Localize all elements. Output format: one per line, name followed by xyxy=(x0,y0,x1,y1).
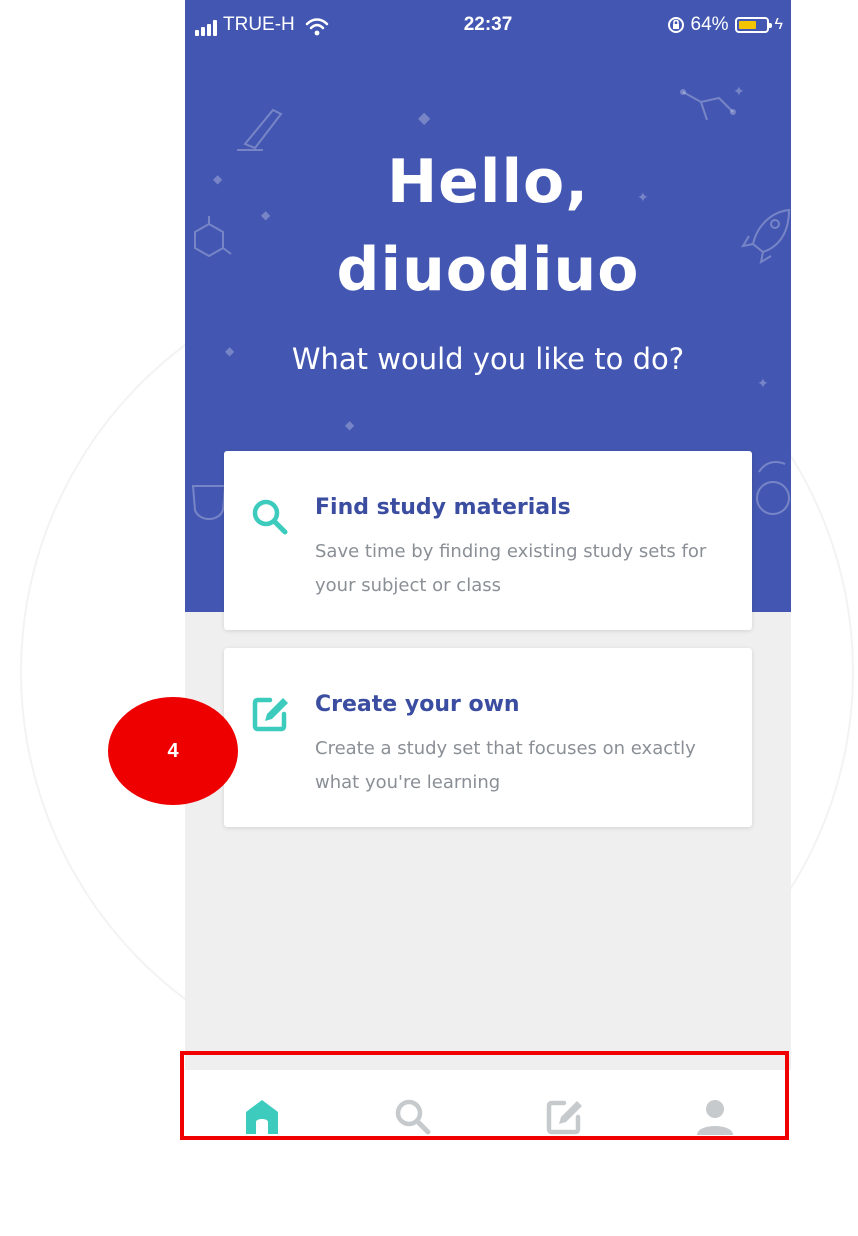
star-icon: ✦ xyxy=(757,376,769,392)
prompt-question: What would you like to do? xyxy=(291,342,685,376)
card-description: Create a study set that focuses on exact… xyxy=(315,738,696,793)
battery-percent: 64% xyxy=(690,14,729,35)
edit-icon xyxy=(252,697,288,732)
search-icon xyxy=(252,499,288,535)
battery-tip xyxy=(768,23,772,28)
screenshot-page: ◆ ◆ ◆ ◆ ◆ ✦ ✦ ✦ TRUE-H 22:37 64% ϟ Hello… xyxy=(0,0,858,1236)
constellation-doodle-icon xyxy=(680,89,736,121)
card-description: Save time by finding existing study sets… xyxy=(315,541,707,596)
create-your-own-card[interactable]: Create your own Create a study set that … xyxy=(224,648,752,827)
greeting-username: diuodiuo xyxy=(336,235,640,305)
translate-doodle-icon xyxy=(756,461,790,515)
status-bar: TRUE-H 22:37 64% ϟ xyxy=(185,0,791,50)
greeting-heading: Hello, diuodiuo xyxy=(185,138,791,314)
tab-bar-highlight-box xyxy=(180,1051,789,1140)
status-right: 64% ϟ xyxy=(667,14,783,36)
step-number-badge: 4 xyxy=(108,697,238,805)
mask-doodle-icon xyxy=(191,485,227,520)
greeting-line-1: Hello, xyxy=(386,147,590,217)
battery-fill xyxy=(738,21,756,29)
phone-screen: ◆ ◆ ◆ ◆ ◆ ✦ ✦ ✦ TRUE-H 22:37 64% ϟ Hello… xyxy=(185,0,791,1160)
sparkle-icon: ◆ xyxy=(418,108,431,127)
battery-icon xyxy=(734,17,772,33)
rotation-lock-icon xyxy=(667,17,684,33)
card-title: Find study materials xyxy=(315,495,571,520)
find-study-materials-card[interactable]: Find study materials Save time by findin… xyxy=(224,451,752,630)
charging-bolt-icon: ϟ xyxy=(774,16,783,33)
sparkle-icon: ◆ xyxy=(345,418,355,432)
card-title: Create your own xyxy=(315,692,520,717)
